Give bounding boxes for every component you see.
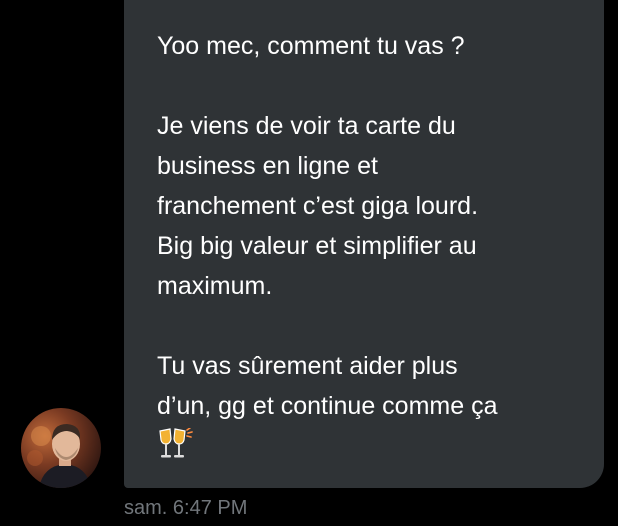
message-line: Big big valeur et simplifier au [157,232,477,260]
message-paragraph-2: Je viens de voir ta carte du business en… [157,106,580,306]
message-line: franchement c’est giga lourd. [157,192,479,220]
message-line: business en ligne et [157,152,378,180]
message-timestamp: sam. 6:47 PM [124,497,248,519]
message-paragraph-3: Tu vas sûrement aider plus d’un, gg et c… [157,346,580,466]
message-line: d’un, gg et continue comme ça [157,392,498,420]
avatar[interactable] [21,408,101,488]
message-paragraph-1: Yoo mec, comment tu vas ? [157,26,580,66]
message-line: Je viens de voir ta carte du [157,112,456,140]
message-line: Tu vas sûrement aider plus [157,352,458,380]
message-bubble[interactable]: Yoo mec, comment tu vas ? Je viens de vo… [124,0,604,488]
message-line: maximum. [157,272,273,300]
message-line: Yoo mec, comment tu vas ? [157,32,465,60]
clinking-glasses-icon [157,426,580,466]
